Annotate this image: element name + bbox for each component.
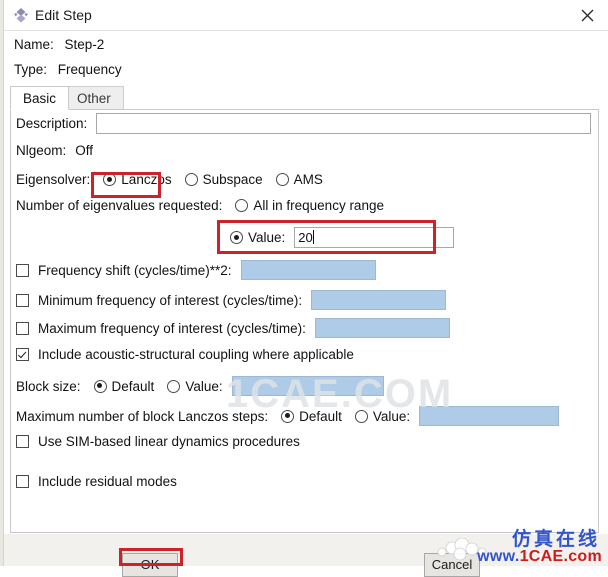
block-size-value-label: Value:: [185, 378, 223, 394]
min-frequency-input[interactable]: [311, 290, 447, 310]
radio-eigenvalue-value[interactable]: [230, 231, 243, 244]
block-size-label: Block size:: [16, 378, 81, 394]
max-lanczos-steps-label: Maximum number of block Lanczos steps:: [16, 408, 269, 424]
acoustic-coupling-row: Include acoustic-structural coupling whe…: [16, 347, 354, 362]
num-eigenvalues-label: Number of eigenvalues requested:: [16, 198, 223, 213]
radio-max-steps-value[interactable]: [354, 409, 368, 423]
frequency-shift-label: Frequency shift (cycles/time)**2:: [38, 262, 232, 278]
watermark-url-main: 1CAE: [519, 548, 564, 565]
step-type-label: Type:: [14, 62, 48, 77]
watermark-url-prefix: www.: [477, 548, 520, 565]
checkbox-residual-modes[interactable]: [16, 475, 29, 488]
step-name-label: Name:: [14, 37, 54, 52]
eigenvalue-value-text: 20: [298, 230, 313, 245]
eigenvalue-value-input[interactable]: 20: [294, 227, 455, 248]
step-type-row: Type: Frequency: [14, 62, 122, 77]
checkbox-frequency-shift[interactable]: [16, 263, 29, 277]
radio-all-in-frequency-range[interactable]: [235, 199, 249, 212]
residual-modes-row: Include residual modes: [16, 474, 177, 489]
min-frequency-label: Minimum frequency of interest (cycles/ti…: [38, 292, 303, 308]
nlgeom-row: Nlgeom: Off: [16, 143, 93, 158]
tab-other[interactable]: Other: [64, 86, 124, 110]
block-size-row: Block size: Default Value:: [16, 376, 384, 396]
close-icon[interactable]: [572, 3, 602, 28]
watermark-url: www.1CAE.com: [477, 548, 602, 566]
window-left-edge: [0, 0, 4, 566]
radio-all-in-frequency-range-label[interactable]: All in frequency range: [253, 198, 384, 213]
nlgeom-label: Nlgeom:: [16, 143, 67, 158]
radio-max-steps-default[interactable]: [281, 409, 295, 423]
checkbox-max-frequency[interactable]: [16, 321, 29, 335]
eigensolver-label: Eigensolver:: [16, 172, 91, 187]
eigensolver-row: Eigensolver: Lanczos Subspace AMS: [16, 172, 323, 187]
max-frequency-label: Maximum frequency of interest (cycles/ti…: [38, 320, 306, 336]
radio-block-size-value[interactable]: [167, 379, 181, 393]
ok-button[interactable]: OK: [122, 553, 178, 577]
description-label: Description:: [16, 116, 88, 131]
block-size-value-input[interactable]: [231, 376, 384, 396]
sim-based-row: Use SIM-based linear dynamics procedures: [16, 434, 300, 449]
tab-basic[interactable]: Basic: [10, 86, 70, 110]
description-row: Description:: [16, 113, 592, 134]
sim-based-label: Use SIM-based linear dynamics procedures: [38, 434, 300, 449]
max-lanczos-steps-row: Maximum number of block Lanczos steps: D…: [16, 406, 560, 426]
max-steps-value-input[interactable]: [419, 406, 560, 426]
frequency-shift-row: Frequency shift (cycles/time)**2:: [16, 260, 376, 280]
radio-ams-label[interactable]: AMS: [294, 172, 323, 187]
frequency-shift-input[interactable]: [240, 260, 376, 280]
step-name-value: Step-2: [64, 37, 105, 52]
tab-strip: Basic Other: [10, 86, 602, 110]
nlgeom-value: Off: [75, 143, 94, 158]
radio-lanczos-label[interactable]: Lanczos: [121, 172, 171, 187]
min-frequency-row: Minimum frequency of interest (cycles/ti…: [16, 290, 447, 310]
residual-modes-label: Include residual modes: [38, 474, 177, 489]
window-title: Edit Step: [35, 7, 92, 23]
step-type-value: Frequency: [57, 62, 122, 77]
num-eigenvalues-value-row: Value: 20: [230, 227, 455, 248]
acoustic-coupling-label: Include acoustic-structural coupling whe…: [38, 347, 354, 362]
radio-lanczos[interactable]: [103, 173, 117, 186]
checkbox-min-frequency[interactable]: [16, 293, 29, 307]
title-bar: Edit Step: [4, 0, 608, 31]
step-name-row: Name: Step-2: [14, 37, 104, 52]
checkbox-sim-based[interactable]: [16, 435, 29, 448]
edit-step-dialog: Edit Step Name: Step-2 Type: Frequency B…: [0, 0, 608, 577]
checkbox-acoustic-coupling[interactable]: [16, 348, 29, 361]
block-size-default-label[interactable]: Default: [112, 379, 155, 394]
radio-ams[interactable]: [275, 173, 289, 186]
description-input[interactable]: [96, 113, 592, 134]
num-eigenvalues-row: Number of eigenvalues requested: All in …: [16, 198, 384, 213]
max-frequency-input[interactable]: [314, 318, 450, 338]
abaqus-step-icon: [12, 7, 30, 24]
watermark-chinese: 仿真在线: [511, 529, 600, 550]
radio-subspace-label[interactable]: Subspace: [203, 172, 263, 187]
basic-tab-panel: 1CAE.COM Description: Nlgeom: Off Eigens…: [10, 109, 599, 533]
radio-block-size-default[interactable]: [93, 379, 107, 393]
watermark-url-suffix: .com: [563, 548, 602, 565]
max-steps-default-label[interactable]: Default: [299, 409, 342, 424]
max-frequency-row: Maximum frequency of interest (cycles/ti…: [16, 318, 450, 338]
radio-subspace[interactable]: [184, 173, 198, 186]
text-caret: [312, 230, 314, 244]
max-steps-value-label: Value:: [372, 408, 411, 424]
eigenvalue-value-label: Value:: [248, 230, 286, 245]
